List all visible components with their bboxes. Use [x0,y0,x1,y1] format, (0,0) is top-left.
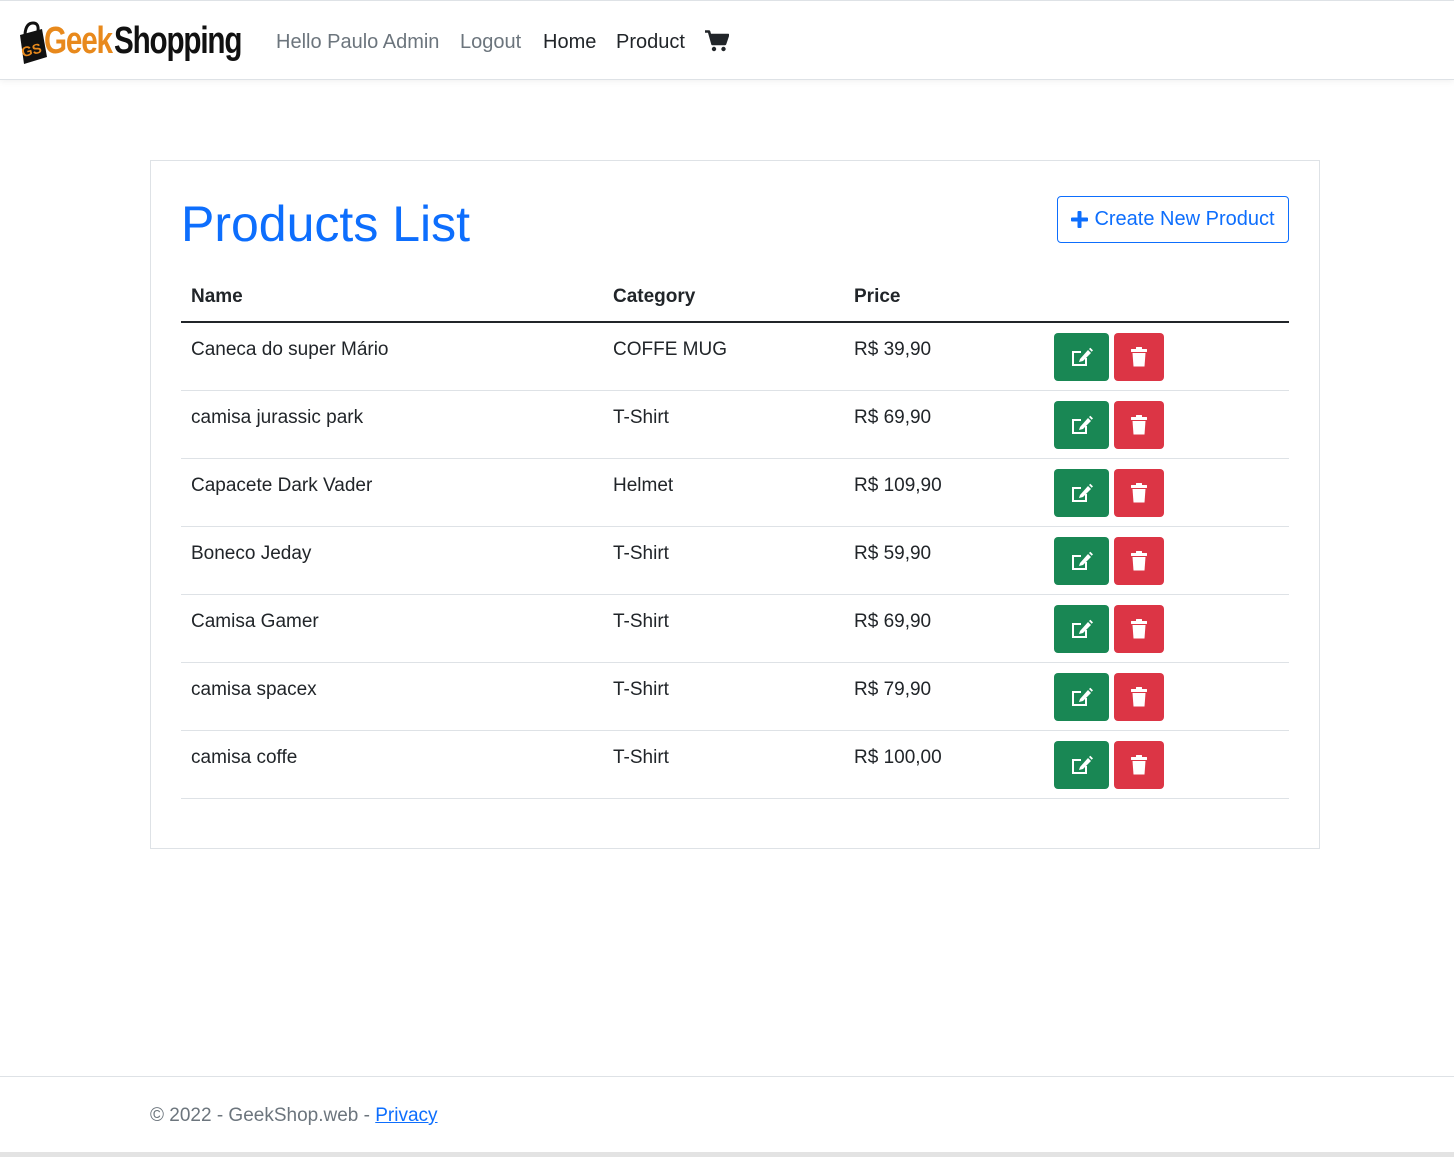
table-row: camisa spacex T-Shirt R$ 79,90 [181,663,1289,731]
footer: © 2022 - GeekShop.web - Privacy [0,1076,1454,1152]
nav-logout[interactable]: Logout [460,29,521,55]
brand-logo[interactable]: GS Geek Shopping [14,15,254,67]
delete-product-button[interactable] [1114,673,1164,721]
product-category: Helmet [613,475,674,496]
footer-text: © 2022 - GeekShop.web - Privacy [150,1105,438,1127]
table-row: Boneco Jeday T-Shirt R$ 59,90 [181,527,1289,595]
table-row: Caneca do super Mário COFFE MUG R$ 39,90 [181,323,1289,391]
table-row: Camisa Gamer T-Shirt R$ 69,90 [181,595,1289,663]
brand-name-geek: Geek [44,19,113,62]
edit-product-button[interactable] [1054,469,1109,517]
product-category: T-Shirt [613,407,669,428]
product-price: R$ 69,90 [854,611,932,632]
create-new-product-label: Create New Product [1094,208,1275,230]
trash-icon [1131,415,1147,435]
edit-icon [1071,755,1093,774]
product-category: T-Shirt [613,611,669,632]
table-header: Name Category Price [181,271,1289,323]
product-name: Caneca do super Mário [191,339,389,360]
trash-icon [1131,755,1147,775]
product-price: R$ 100,00 [854,747,942,768]
nav-product[interactable]: Product [616,29,685,55]
product-category: T-Shirt [613,679,669,700]
product-name: Capacete Dark Vader [191,475,373,496]
delete-product-button[interactable] [1114,605,1164,653]
product-name: Camisa Gamer [191,611,319,632]
edit-product-button[interactable] [1054,741,1109,789]
product-category: COFFE MUG [613,339,727,360]
product-name: camisa jurassic park [191,407,364,428]
create-new-product-button[interactable]: Create New Product [1057,196,1289,243]
edit-product-button[interactable] [1054,401,1109,449]
products-table: Name Category Price Caneca do super Mári… [181,271,1289,799]
table-row: camisa coffe T-Shirt R$ 100,00 [181,731,1289,799]
product-name: camisa coffe [191,747,298,768]
trash-icon [1131,483,1147,503]
delete-product-button[interactable] [1114,401,1164,449]
edit-product-button[interactable] [1054,537,1109,585]
edit-icon [1071,619,1093,638]
delete-product-button[interactable] [1114,333,1164,381]
shopping-cart-icon[interactable] [705,30,729,52]
edit-product-button[interactable] [1054,605,1109,653]
edit-icon [1071,415,1093,434]
table-row: Capacete Dark Vader Helmet R$ 109,90 [181,459,1289,527]
column-header-category: Category [613,286,696,307]
navbar: GS Geek Shopping Hello Paulo Admin Logou… [0,0,1454,80]
product-name: camisa spacex [191,679,317,700]
edit-icon [1071,347,1093,366]
trash-icon [1131,619,1147,639]
product-price: R$ 69,90 [854,407,932,428]
nav-home[interactable]: Home [543,29,596,55]
shopping-bag-logo-icon: GS [20,21,47,64]
delete-product-button[interactable] [1114,537,1164,585]
nav-greeting[interactable]: Hello Paulo Admin [276,29,439,55]
brand-name-shopping: Shopping [114,19,242,62]
column-header-name: Name [191,286,243,307]
delete-product-button[interactable] [1114,741,1164,789]
plus-icon [1071,211,1089,228]
product-price: R$ 79,90 [854,679,932,700]
page-title: Products List [181,196,471,252]
edit-icon [1071,687,1093,706]
edit-icon [1071,483,1093,502]
edit-product-button[interactable] [1054,673,1109,721]
product-category: T-Shirt [613,543,669,564]
product-category: T-Shirt [613,747,669,768]
window-bottom-edge [0,1152,1454,1157]
delete-product-button[interactable] [1114,469,1164,517]
table-row: camisa jurassic park T-Shirt R$ 69,90 [181,391,1289,459]
footer-privacy-link[interactable]: Privacy [375,1105,437,1126]
product-name: Boneco Jeday [191,543,312,564]
trash-icon [1131,687,1147,707]
edit-icon [1071,551,1093,570]
trash-icon [1131,347,1147,367]
trash-icon [1131,551,1147,571]
product-price: R$ 39,90 [854,339,932,360]
footer-copyright: © 2022 - GeekShop.web - [150,1105,376,1126]
column-header-price: Price [854,286,901,307]
table-body: Caneca do super Mário COFFE MUG R$ 39,90 ca… [181,323,1289,799]
product-price: R$ 109,90 [854,475,942,496]
product-price: R$ 59,90 [854,543,932,564]
edit-product-button[interactable] [1054,333,1109,381]
products-card: Products List Create New Product Name Ca… [150,160,1320,849]
